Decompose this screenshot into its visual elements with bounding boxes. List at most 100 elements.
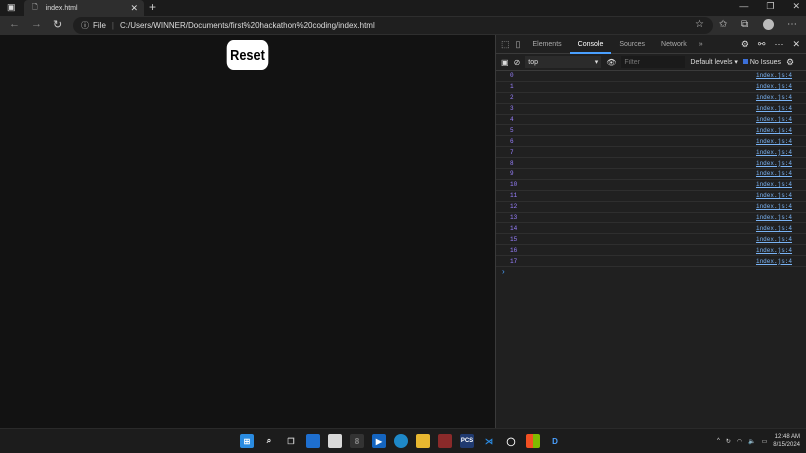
log-value: 5: [510, 126, 514, 134]
log-source-link[interactable]: index.js:4: [756, 138, 792, 145]
log-source-link[interactable]: index.js:4: [756, 149, 792, 156]
microsoft-icon[interactable]: [526, 434, 540, 448]
log-source-link[interactable]: index.js:4: [756, 203, 792, 210]
log-source-link[interactable]: index.js:4: [756, 181, 792, 188]
log-source-link[interactable]: index.js:4: [756, 116, 792, 123]
levels-dropdown[interactable]: Default levels ▾: [690, 58, 738, 66]
sync-icon[interactable]: ↻: [726, 438, 731, 445]
console-log-row: 1 index.js:4: [496, 82, 806, 93]
close-tab-icon[interactable]: ✕: [130, 3, 138, 14]
log-source-link[interactable]: index.js:4: [756, 236, 792, 243]
log-source-link[interactable]: index.js:4: [756, 160, 792, 167]
app-d-icon[interactable]: D: [548, 434, 562, 448]
pcs-icon[interactable]: PCS: [460, 434, 474, 448]
address-prefix: File: [93, 21, 106, 30]
more-icon[interactable]: ⋯: [787, 19, 797, 30]
media-icon[interactable]: ▶: [372, 434, 386, 448]
levels-label: Default levels: [690, 59, 733, 66]
log-source-link[interactable]: index.js:4: [756, 258, 792, 265]
filter-input[interactable]: [621, 56, 686, 68]
task-view-icon[interactable]: ❐: [284, 434, 298, 448]
vscode-icon[interactable]: ⋊: [482, 434, 496, 448]
edge-icon[interactable]: [394, 434, 408, 448]
log-value: 1: [510, 83, 514, 91]
address-bar[interactable]: ⓘ File | C:/Users/WINNER/Documents/first…: [73, 17, 713, 34]
volume-icon[interactable]: 🔈: [748, 438, 755, 445]
favorites-icon[interactable]: ✩: [719, 19, 727, 30]
browser-tab[interactable]: 🗋 index.html ✕: [24, 0, 144, 16]
log-value: 6: [510, 137, 514, 145]
restore-button[interactable]: ❐: [766, 1, 774, 12]
close-devtools-icon[interactable]: ✕: [792, 39, 800, 50]
log-value: 10: [510, 181, 518, 189]
forward-button[interactable]: →: [31, 18, 42, 30]
time: 12:48 AM: [774, 434, 800, 440]
tab-console[interactable]: Console: [569, 35, 612, 54]
log-value: 11: [510, 192, 518, 200]
chevron-up-icon[interactable]: ^: [717, 438, 720, 444]
console-log-row: 12 index.js:4: [496, 202, 806, 213]
log-source-link[interactable]: index.js:4: [756, 192, 792, 199]
sidebar-toggle-icon[interactable]: ▣: [501, 58, 509, 67]
widgets-icon[interactable]: [306, 434, 320, 448]
sidebar-toggle-icon[interactable]: ▣: [7, 2, 16, 13]
wifi-icon[interactable]: ◠: [737, 438, 742, 445]
console-log-row: 8 index.js:4: [496, 158, 806, 170]
console-log-row: 5 index.js:4: [496, 125, 806, 137]
new-tab-button[interactable]: +: [149, 0, 156, 14]
collections-icon[interactable]: ⧉: [741, 19, 748, 30]
log-source-link[interactable]: index.js:4: [756, 105, 792, 112]
tab-title: index.html: [45, 4, 78, 12]
console-log-row: 3 index.js:4: [496, 104, 806, 115]
settings-icon[interactable]: ⚙: [741, 39, 749, 50]
battery-icon[interactable]: ▭: [762, 438, 768, 445]
context-select[interactable]: top ▾: [525, 56, 602, 68]
app-icon[interactable]: [438, 434, 452, 448]
console-log-row: 10 index.js:4: [496, 180, 806, 191]
log-source-link[interactable]: index.js:4: [756, 214, 792, 221]
dock-icon[interactable]: ⚯: [758, 39, 766, 50]
reset-button[interactable]: Reset: [226, 40, 269, 70]
start-icon[interactable]: ⊞: [240, 434, 254, 448]
more-tabs-icon[interactable]: »: [699, 41, 703, 48]
tab-elements[interactable]: Elements: [524, 35, 569, 54]
log-source-link[interactable]: index.js:4: [756, 72, 792, 79]
back-button[interactable]: ←: [9, 18, 20, 30]
log-source-link[interactable]: index.js:4: [756, 225, 792, 232]
clock[interactable]: 12:48 AM 8/15/2024: [773, 433, 800, 449]
app-icon[interactable]: 8: [350, 434, 364, 448]
refresh-button[interactable]: ↻: [53, 18, 62, 31]
console-log-row: 7 index.js:4: [496, 147, 806, 159]
console-prompt[interactable]: ›: [496, 267, 806, 276]
file-explorer-icon[interactable]: [416, 434, 430, 448]
log-value: 15: [510, 235, 518, 243]
clear-console-icon[interactable]: ⊘: [514, 58, 521, 67]
minimize-button[interactable]: —: [739, 1, 748, 12]
store-icon[interactable]: [328, 434, 342, 448]
search-icon[interactable]: ⌕: [262, 434, 276, 448]
eye-icon[interactable]: 👁: [606, 58, 616, 67]
more-options-icon[interactable]: ⋯: [774, 39, 783, 50]
log-source-link[interactable]: index.js:4: [756, 247, 792, 254]
log-source-link[interactable]: index.js:4: [756, 127, 792, 134]
device-toolbar-icon[interactable]: ▯: [516, 39, 521, 50]
log-source-link[interactable]: index.js:4: [756, 83, 792, 90]
close-window-button[interactable]: ✕: [792, 1, 800, 12]
log-source-link[interactable]: index.js:4: [756, 170, 792, 177]
issues-label: No Issues: [749, 58, 781, 66]
profile-avatar[interactable]: [763, 19, 774, 30]
github-icon[interactable]: ◯: [504, 434, 518, 448]
console-settings-icon[interactable]: ⚙: [786, 57, 794, 68]
console-log-row: 17 index.js:4: [496, 256, 806, 268]
inspect-icon[interactable]: ⬚: [501, 39, 510, 50]
tab-network[interactable]: Network: [653, 35, 695, 54]
tab-bar: ▣ 🗋 index.html ✕ + — ❐ ✕: [0, 0, 806, 16]
log-value: 0: [510, 72, 514, 80]
console-log-row: 14 index.js:4: [496, 223, 806, 235]
log-source-link[interactable]: index.js:4: [756, 94, 792, 101]
log-value: 13: [510, 214, 518, 222]
issues-button[interactable]: No Issues: [742, 58, 781, 66]
console-log-row: 6 index.js:4: [496, 136, 806, 148]
tab-sources[interactable]: Sources: [611, 35, 653, 54]
add-favorite-icon[interactable]: ☆: [695, 19, 704, 30]
